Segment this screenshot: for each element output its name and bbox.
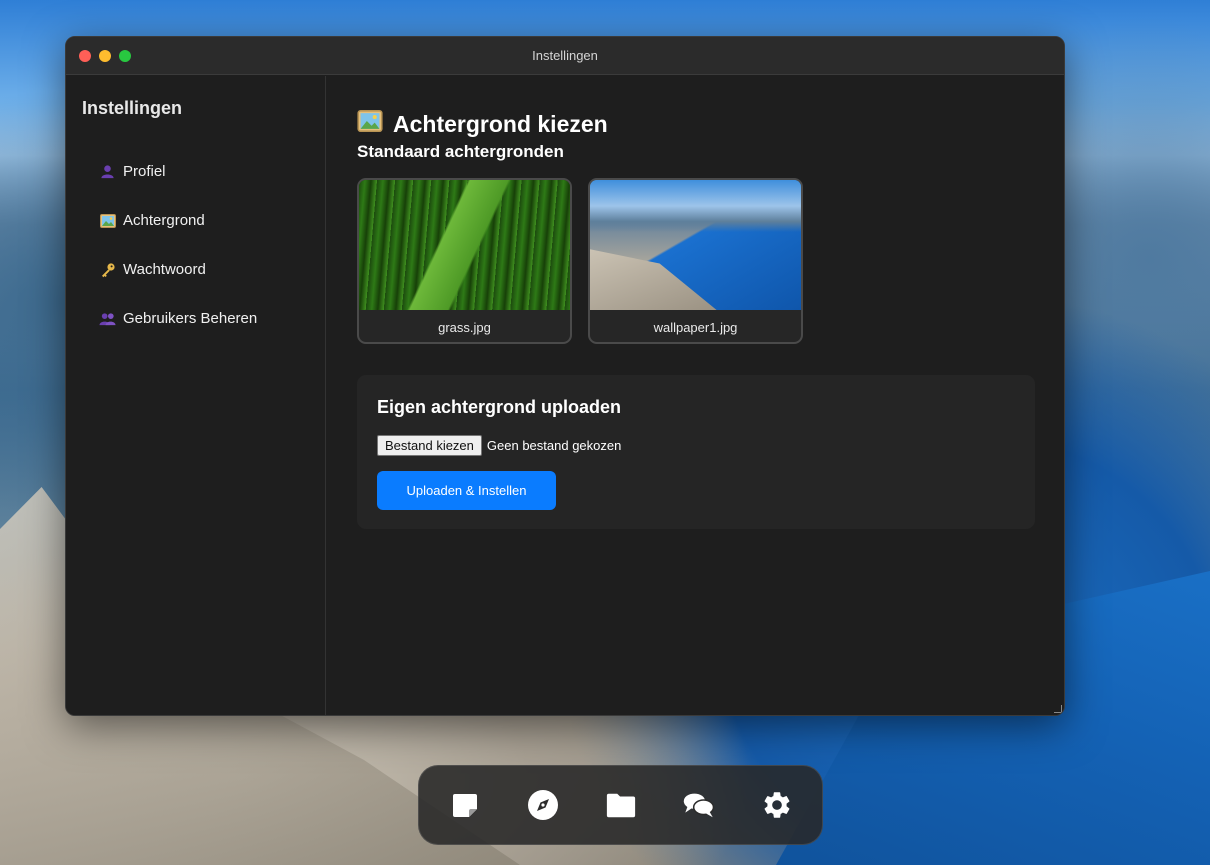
wallpaper-option-grass[interactable]: grass.jpg [357,178,572,344]
resize-handle[interactable] [1054,705,1062,713]
picture-icon [99,213,116,228]
notes-icon[interactable] [449,789,481,821]
main-content: Achtergrond kiezen Standaard achtergrond… [327,76,1064,715]
sidebar-heading: Instellingen [82,98,183,118]
sidebar-item-label: Profiel [123,163,166,180]
minimize-button[interactable] [99,50,111,62]
wallpaper-filename: grass.jpg [438,319,491,335]
wallpaper-filename: wallpaper1.jpg [653,319,738,335]
sidebar: Instellingen Profiel Achtergrond Wachtwo… [66,76,326,715]
preview-cliff [590,249,717,310]
sidebar-item-label: Gebruikers Beheren [123,310,258,327]
upload-title: Eigen achtergrond uploaden [377,397,622,417]
upload-and-set-button[interactable]: Uploaden & Instellen [377,471,556,510]
section-title: Standaard achtergronden [357,142,564,161]
dock [418,765,823,845]
file-status: Geen bestand gekozen [486,438,622,453]
folder-icon[interactable] [605,789,637,821]
settings-icon[interactable] [761,789,793,821]
wallpaper-option-wallpaper1[interactable]: wallpaper1.jpg [588,178,803,344]
sidebar-item-label: Wachtwoord [123,261,206,278]
wallpaper-preview-image [590,180,801,310]
titlebar[interactable]: Instellingen [66,37,1064,75]
sidebar-item-achtergrond[interactable]: Achtergrond [82,196,309,245]
window-controls [79,50,131,62]
page-title: Achtergrond kiezen [357,110,1034,138]
sidebar-item-gebruikers-beheren[interactable]: Gebruikers Beheren [82,294,309,343]
key-icon [99,262,116,278]
page-title-text: Achtergrond kiezen [393,110,608,137]
sidebar-item-wachtwoord[interactable]: Wachtwoord [82,245,309,294]
picture-icon [357,110,383,138]
user-icon [99,164,116,179]
choose-file-button[interactable]: Bestand kiezen [377,435,482,456]
close-button[interactable] [79,50,91,62]
file-picker: Bestand kiezen Geen bestand gekozen [377,435,1015,456]
users-icon [99,312,116,326]
window-title: Instellingen [532,48,598,63]
sidebar-item-profiel[interactable]: Profiel [82,147,309,196]
chat-icon[interactable] [683,789,715,821]
wallpaper-preview-image [359,180,570,310]
maximize-button[interactable] [119,50,131,62]
settings-window: Instellingen Instellingen Profiel Achter… [65,36,1065,716]
compass-icon[interactable] [527,789,559,821]
upload-panel: Eigen achtergrond uploaden Bestand kieze… [357,375,1035,529]
sidebar-item-label: Achtergrond [123,212,205,229]
wallpaper-grid: grass.jpg wallpaper1.jpg [357,178,1034,344]
